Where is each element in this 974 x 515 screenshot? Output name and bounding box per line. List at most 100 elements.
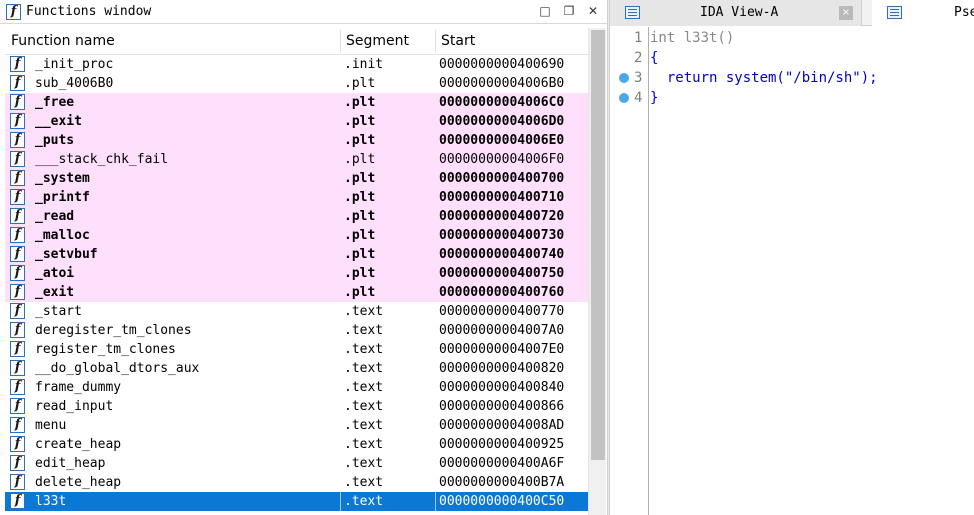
pseudocode-view-icon — [887, 6, 902, 19]
code-line[interactable]: 2{ — [610, 48, 974, 68]
segment-cell: .text — [344, 456, 384, 471]
code-line[interactable]: 4} — [610, 88, 974, 108]
function-row[interactable]: f _init_proc .init 0000000000400690 — [5, 55, 588, 74]
scrollbar-thumb[interactable] — [591, 30, 605, 460]
segment-cell: .plt — [344, 247, 376, 262]
disassembly-view-icon — [625, 6, 640, 19]
function-icon: f — [10, 474, 25, 490]
function-row[interactable]: f create_heap .text 0000000000400925 — [5, 435, 588, 454]
function-name-cell: __do_global_dtors_aux — [35, 361, 200, 376]
function-row[interactable]: f _printf .plt 0000000000400710 — [5, 188, 588, 207]
function-row[interactable]: f _system .plt 0000000000400700 — [5, 169, 588, 188]
start-address-cell: 0000000000400840 — [439, 380, 565, 395]
function-row[interactable]: f l33t .text 0000000000400C50 — [5, 492, 588, 511]
function-icon: f — [10, 379, 25, 395]
function-row[interactable]: f frame_dummy .text 0000000000400840 — [5, 378, 588, 397]
function-icon: f — [10, 132, 25, 148]
start-address-cell: 00000000004006B0 — [439, 76, 565, 91]
function-row[interactable]: f _start .text 0000000000400770 — [5, 302, 588, 321]
code-text: return system("/bin/sh"); — [650, 70, 878, 86]
tab-pseudocode[interactable]: Pse — [872, 0, 974, 26]
function-row[interactable]: f deregister_tm_clones .text 00000000004007… — [5, 321, 588, 340]
start-address-cell: 00000000004006D0 — [439, 114, 565, 129]
segment-cell: .plt — [344, 114, 376, 129]
start-address-cell: 0000000000400B7A — [439, 475, 565, 490]
breakpoint-dot-icon[interactable] — [619, 73, 629, 83]
functions-window-titlebar[interactable]: f Functions window □ ❐ ✕ — [0, 0, 607, 24]
function-icon: f — [10, 170, 25, 186]
column-header-segment[interactable]: Segment — [340, 28, 409, 55]
function-row[interactable]: f sub_4006B0 .plt 00000000004006B0 — [5, 74, 588, 93]
function-row[interactable]: f _atoi .plt 0000000000400750 — [5, 264, 588, 283]
segment-cell: .plt — [344, 76, 376, 91]
function-row[interactable]: f __do_global_dtors_aux .text 0000000000400… — [5, 359, 588, 378]
function-name-cell: create_heap — [35, 437, 122, 452]
column-header-function-name[interactable]: Function name — [5, 28, 115, 55]
start-address-cell: 0000000000400770 — [439, 304, 565, 319]
breakpoint-dot-icon[interactable] — [619, 93, 629, 103]
start-address-cell: 0000000000400C50 — [439, 494, 565, 509]
function-row[interactable]: f read_input .text 0000000000400866 — [5, 397, 588, 416]
function-row[interactable]: f _exit .plt 0000000000400760 — [5, 283, 588, 302]
function-name-cell: l33t — [35, 494, 67, 509]
function-icon: f — [10, 94, 25, 110]
segment-cell: .init — [344, 57, 384, 72]
segment-cell: .plt — [344, 152, 376, 167]
function-row[interactable]: f _read .plt 0000000000400720 — [5, 207, 588, 226]
function-row[interactable]: f _free .plt 00000000004006C0 — [5, 93, 588, 112]
function-row[interactable]: f menu .text 00000000004008AD — [5, 416, 588, 435]
function-icon: f — [10, 322, 25, 338]
function-name-cell: __exit — [35, 114, 82, 129]
start-address-cell: 00000000004008AD — [439, 418, 565, 433]
tab-ida-view-a[interactable]: IDA View-A × — [610, 0, 862, 26]
function-row[interactable]: f delete_heap .text 0000000000400B7A — [5, 473, 588, 492]
restore-icon[interactable]: ❐ — [561, 3, 577, 19]
code-text: { — [650, 50, 659, 66]
function-icon: f — [10, 227, 25, 243]
start-address-cell: 0000000000400750 — [439, 266, 565, 281]
function-row[interactable]: f _malloc .plt 0000000000400730 — [5, 226, 588, 245]
vertical-scrollbar[interactable] — [588, 28, 606, 515]
function-row[interactable]: f ___stack_chk_fail .plt 00000000004006F0 — [5, 150, 588, 169]
function-row[interactable]: f _setvbuf .plt 0000000000400740 — [5, 245, 588, 264]
pseudocode-editor[interactable]: 1 int l33t() 2{3 return system("/bin/sh");… — [610, 27, 974, 515]
function-row[interactable]: f register_tm_clones .text 00000000004007E0 — [5, 340, 588, 359]
column-divider — [340, 492, 341, 511]
functions-window-title: Functions window — [26, 4, 152, 19]
function-name-cell: _free — [35, 95, 75, 110]
start-address-cell: 00000000004006E0 — [439, 133, 565, 148]
tab-label: IDA View-A — [700, 5, 779, 20]
minimize-icon[interactable]: □ — [537, 3, 553, 19]
column-header-start[interactable]: Start — [435, 28, 475, 55]
ida-view-pane: IDA View-A × Pse 1 int l33t() 2{3 return s… — [610, 0, 974, 515]
function-icon: f — [10, 265, 25, 281]
function-name-cell: menu — [35, 418, 67, 433]
close-icon[interactable]: ✕ — [585, 3, 601, 19]
column-divider — [435, 492, 436, 511]
function-icon: f — [10, 113, 25, 129]
start-address-cell: 0000000000400710 — [439, 190, 565, 205]
code-line[interactable]: 1 int l33t() — [610, 28, 974, 48]
functions-table-header: Function name Segment Start — [5, 28, 588, 55]
function-row[interactable]: f _puts .plt 00000000004006E0 — [5, 131, 588, 150]
tab-close-icon[interactable]: × — [839, 6, 853, 20]
segment-cell: .text — [344, 342, 384, 357]
start-address-cell: 0000000000400720 — [439, 209, 565, 224]
function-icon: f — [10, 303, 25, 319]
function-name-cell: register_tm_clones — [35, 342, 176, 357]
tab-label: Pse — [954, 5, 974, 20]
function-name-cell: _start — [35, 304, 82, 319]
code-line[interactable]: 3 return system("/bin/sh"); — [610, 68, 974, 88]
segment-cell: .text — [344, 494, 384, 509]
line-number: 3 — [634, 70, 643, 86]
function-icon: f — [10, 436, 25, 452]
start-address-cell: 00000000004006C0 — [439, 95, 565, 110]
segment-cell: .text — [344, 323, 384, 338]
function-row[interactable]: f edit_heap .text 0000000000400A6F — [5, 454, 588, 473]
code-text: } — [650, 90, 659, 106]
function-name-cell: deregister_tm_clones — [35, 323, 192, 338]
functions-window: f Functions window □ ❐ ✕ Function name S… — [0, 0, 607, 515]
function-row[interactable]: f __exit .plt 00000000004006D0 — [5, 112, 588, 131]
line-number: 2 — [634, 50, 643, 66]
code-text: int l33t() — [650, 30, 735, 46]
